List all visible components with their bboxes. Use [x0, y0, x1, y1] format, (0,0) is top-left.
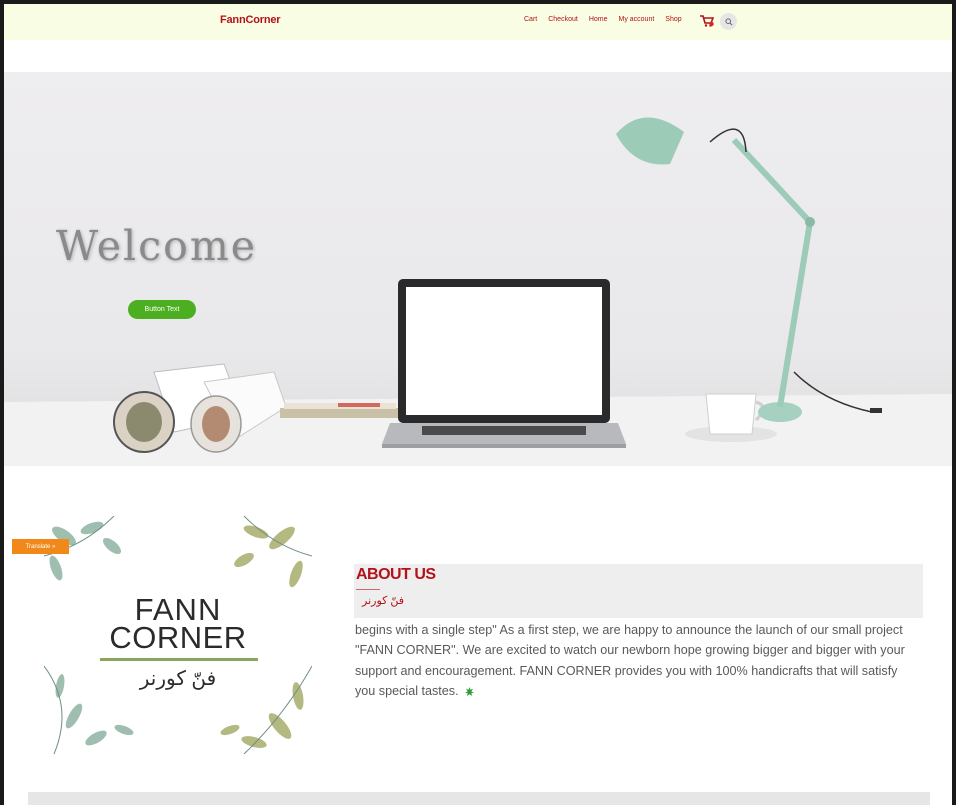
about-paragraph: begins with a single step" As a first st…: [355, 620, 915, 701]
logo-corner-text: CORNER: [109, 620, 247, 655]
site-header: FannCorner Cart Checkout Home My account…: [4, 4, 952, 40]
nav-home[interactable]: Home: [589, 16, 608, 23]
hero-heading: Welcome: [56, 222, 257, 270]
hero-button[interactable]: Button Text: [128, 300, 196, 319]
leaf-icon: [464, 686, 474, 696]
nav-my-account[interactable]: My account: [619, 16, 655, 23]
fann-corner-logo-image: FANN CORNER فنّ كورنر: [44, 516, 312, 754]
about-paragraph-text: begins with a single step" As a first st…: [355, 623, 905, 698]
about-title: ABOUT US: [356, 566, 436, 583]
nav-cart[interactable]: Cart: [524, 16, 537, 23]
footer-bar: [28, 792, 930, 805]
desk-lamp: [616, 117, 882, 422]
nav-checkout[interactable]: Checkout: [548, 16, 578, 23]
stacked-books: [280, 403, 400, 418]
logo-rule: [100, 658, 258, 661]
hero-banner: Welcome Button Text: [4, 72, 952, 466]
site-logo[interactable]: FannCorner: [220, 14, 281, 26]
cart-icon[interactable]: [700, 15, 714, 27]
logo-arabic-text: فنّ كورنر: [139, 668, 217, 690]
page-frame: FannCorner Cart Checkout Home My account…: [4, 4, 952, 805]
search-icon: [724, 17, 733, 26]
search-button[interactable]: [720, 13, 737, 30]
about-title-box: [354, 564, 923, 618]
about-subtitle-arabic: فنّ كورنر: [362, 595, 405, 607]
main-nav: Cart Checkout Home My account Shop: [524, 16, 682, 23]
laptop: [382, 279, 626, 448]
about-title-rule: [356, 589, 380, 590]
translate-button[interactable]: Translate »: [12, 539, 69, 554]
nav-shop[interactable]: Shop: [665, 16, 681, 23]
